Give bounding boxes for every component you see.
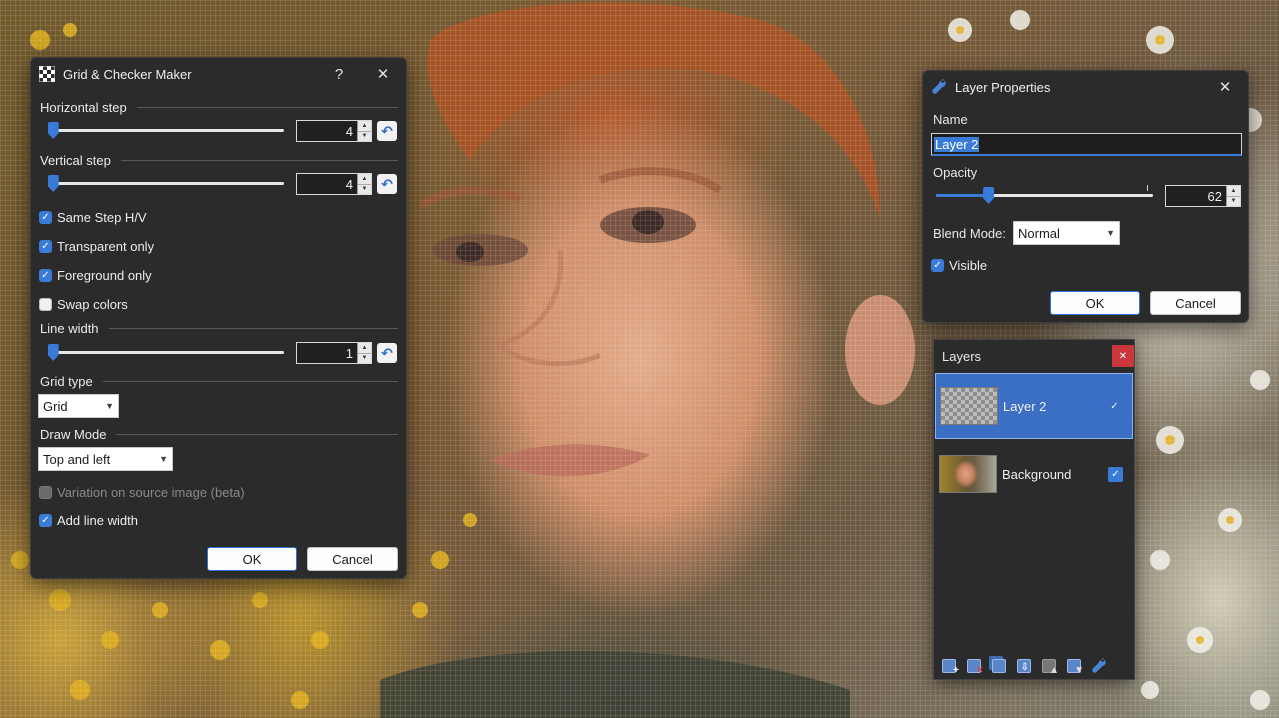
reset-vertical-step-button[interactable]: ↶ bbox=[377, 174, 397, 194]
add-line-width-checkbox[interactable]: ✓ Add line width bbox=[39, 513, 138, 528]
layer-properties-icon[interactable] bbox=[1088, 656, 1110, 676]
grid-type-select[interactable]: Grid ▼ bbox=[38, 394, 119, 418]
grid-type-label: Grid type bbox=[40, 374, 93, 389]
slider-thumb[interactable] bbox=[47, 175, 59, 192]
spin-down-icon[interactable]: ▼ bbox=[1227, 195, 1240, 207]
blend-mode-select[interactable]: Normal ▼ bbox=[1013, 221, 1120, 245]
visibility-check-icon[interactable]: ✓ bbox=[1107, 399, 1122, 414]
layer-properties-dialog: Layer Properties ✕ Name Layer 2 Opacity … bbox=[922, 70, 1249, 323]
layers-toolbar: + ✕ ⇩ ▲ ▼ bbox=[938, 656, 1110, 676]
cancel-button[interactable]: Cancel bbox=[1150, 291, 1241, 315]
grid-dialog-titlebar[interactable]: Grid & Checker Maker ? ✕ bbox=[31, 58, 406, 90]
divider bbox=[108, 328, 398, 329]
duplicate-layer-icon[interactable] bbox=[988, 656, 1010, 676]
visibility-check-icon[interactable]: ✓ bbox=[1108, 466, 1123, 482]
foreground-only-checkbox[interactable]: ✓ Foreground only bbox=[39, 268, 152, 283]
transparent-only-checkbox[interactable]: ✓ Transparent only bbox=[39, 239, 154, 254]
ok-button[interactable]: OK bbox=[1050, 291, 1140, 315]
layer-row-layer-2[interactable]: Layer 2 ✓ bbox=[935, 373, 1133, 439]
layers-title: Layers bbox=[942, 348, 982, 364]
ok-button[interactable]: OK bbox=[207, 547, 297, 571]
grid-checker-icon bbox=[39, 66, 55, 82]
vertical-step-label: Vertical step bbox=[40, 153, 111, 168]
layer-name: Layer 2 bbox=[1003, 398, 1047, 414]
merge-down-icon[interactable]: ⇩ bbox=[1013, 656, 1035, 676]
layer-name-input[interactable]: Layer 2 bbox=[931, 133, 1242, 156]
reset-horizontal-step-button[interactable]: ↶ bbox=[377, 121, 397, 141]
checkbox-checked-icon[interactable]: ✓ bbox=[39, 240, 52, 253]
layer-properties-title: Layer Properties bbox=[955, 79, 1051, 95]
horizontal-step-slider[interactable] bbox=[47, 121, 284, 139]
chevron-down-icon: ▼ bbox=[159, 454, 168, 464]
line-width-spinbox[interactable]: 1 ▲ ▼ bbox=[296, 342, 372, 364]
slider-thumb[interactable] bbox=[47, 344, 59, 361]
divider bbox=[136, 107, 398, 108]
help-button[interactable]: ? bbox=[324, 62, 354, 86]
close-icon[interactable]: ✕ bbox=[1210, 75, 1240, 99]
spin-up-icon[interactable]: ▲ bbox=[358, 343, 371, 353]
same-step-checkbox[interactable]: ✓ Same Step H/V bbox=[39, 210, 147, 225]
checkbox-checked-icon[interactable]: ✓ bbox=[39, 211, 52, 224]
spin-up-icon[interactable]: ▲ bbox=[358, 121, 371, 131]
draw-mode-select[interactable]: Top and left ▼ bbox=[38, 447, 173, 471]
reset-line-width-button[interactable]: ↶ bbox=[377, 343, 397, 363]
layer-properties-titlebar[interactable]: Layer Properties ✕ bbox=[923, 71, 1248, 103]
opacity-label: Opacity bbox=[933, 165, 978, 180]
delete-layer-icon[interactable]: ✕ bbox=[963, 656, 985, 676]
variation-checkbox: Variation on source image (beta) bbox=[39, 485, 245, 500]
spin-up-icon[interactable]: ▲ bbox=[1227, 186, 1240, 196]
close-icon[interactable]: ✕ bbox=[368, 62, 398, 86]
line-width-slider[interactable] bbox=[47, 343, 284, 361]
grid-dialog-title: Grid & Checker Maker bbox=[63, 66, 192, 82]
divider bbox=[116, 434, 398, 435]
line-width-label: Line width bbox=[40, 321, 99, 336]
divider bbox=[102, 381, 398, 382]
move-layer-up-icon[interactable]: ▲ bbox=[1038, 656, 1060, 676]
layers-panel: Layers ✕ Layer 2 ✓ Background ✓ + ✕ ⇩ ▲ … bbox=[933, 339, 1135, 680]
checkbox-unchecked-icon[interactable] bbox=[39, 298, 52, 311]
name-label: Name bbox=[933, 112, 968, 127]
grid-type-header: Grid type bbox=[40, 374, 398, 389]
layer-name: Background bbox=[1002, 466, 1072, 482]
slider-thumb[interactable] bbox=[47, 122, 59, 139]
wrench-icon bbox=[932, 79, 946, 94]
vertical-step-slider[interactable] bbox=[47, 174, 284, 192]
layers-titlebar[interactable]: Layers ✕ bbox=[934, 340, 1134, 372]
checkbox-checked-icon[interactable]: ✓ bbox=[39, 514, 52, 527]
spin-up-icon[interactable]: ▲ bbox=[358, 174, 371, 184]
checkbox-disabled-icon bbox=[39, 486, 52, 499]
line-width-header: Line width bbox=[40, 321, 398, 336]
opacity-slider[interactable] bbox=[936, 186, 1153, 204]
visible-checkbox[interactable]: ✓ Visible bbox=[931, 258, 987, 273]
checkbox-checked-icon[interactable]: ✓ bbox=[39, 269, 52, 282]
horizontal-step-label: Horizontal step bbox=[40, 100, 127, 115]
checkbox-checked-icon[interactable]: ✓ bbox=[931, 259, 944, 272]
vertical-step-spinbox[interactable]: 4 ▲ ▼ bbox=[296, 173, 372, 195]
chevron-down-icon: ▼ bbox=[1106, 228, 1115, 238]
chevron-down-icon: ▼ bbox=[105, 401, 114, 411]
divider bbox=[120, 160, 398, 161]
spin-down-icon[interactable]: ▼ bbox=[358, 130, 371, 142]
draw-mode-header: Draw Mode bbox=[40, 427, 398, 442]
swap-colors-checkbox[interactable]: Swap colors bbox=[39, 297, 128, 312]
spin-down-icon[interactable]: ▼ bbox=[358, 183, 371, 195]
vertical-step-header: Vertical step bbox=[40, 153, 398, 168]
add-layer-icon[interactable]: + bbox=[938, 656, 960, 676]
layer-row-background[interactable]: Background ✓ bbox=[935, 441, 1133, 507]
horizontal-step-spinbox[interactable]: 4 ▲ ▼ bbox=[296, 120, 372, 142]
layer-thumbnail bbox=[940, 387, 998, 425]
blend-mode-label: Blend Mode: bbox=[933, 226, 1006, 241]
draw-mode-label: Draw Mode bbox=[40, 427, 107, 442]
slider-thumb[interactable] bbox=[983, 187, 995, 204]
spin-down-icon[interactable]: ▼ bbox=[358, 352, 371, 364]
move-layer-down-icon[interactable]: ▼ bbox=[1063, 656, 1085, 676]
slider-tick bbox=[1147, 185, 1148, 191]
cancel-button[interactable]: Cancel bbox=[307, 547, 398, 571]
opacity-spinbox[interactable]: 62 ▲ ▼ bbox=[1165, 185, 1241, 207]
layer-thumbnail bbox=[939, 455, 997, 493]
grid-checker-dialog: Grid & Checker Maker ? ✕ Horizontal step… bbox=[30, 57, 407, 579]
close-icon[interactable]: ✕ bbox=[1112, 345, 1134, 367]
horizontal-step-header: Horizontal step bbox=[40, 100, 398, 115]
